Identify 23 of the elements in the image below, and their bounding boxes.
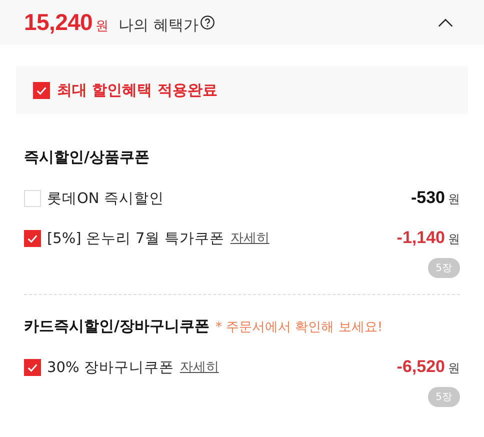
help-icon[interactable] — [200, 15, 216, 30]
discount-amount: -530 — [410, 188, 445, 208]
checkbox[interactable] — [24, 358, 41, 376]
details-link[interactable]: 자세히 — [180, 358, 219, 376]
coupon-name: 30% 장바구니쿠폰 — [47, 358, 174, 376]
section-title: 즉시할인/상품쿠폰 — [24, 148, 150, 167]
details-link[interactable]: 자세히 — [230, 229, 270, 247]
discount-amount: -6,520 — [396, 357, 445, 377]
collapse-icon[interactable] — [437, 18, 454, 28]
benefit-label: 나의 혜택가 — [118, 16, 198, 35]
checkbox[interactable] — [24, 230, 41, 246]
coupon-name: 롯데ON 즉시할인 — [47, 190, 164, 208]
coupon-name: [5%] 온누리 7월 특가쿠폰 — [47, 230, 224, 248]
price-amount: 15,240 — [24, 9, 93, 36]
discount-amount: -1,140 — [396, 228, 445, 248]
currency-unit: 원 — [448, 191, 460, 208]
currency-unit: 원 — [448, 231, 460, 248]
currency-unit: 원 — [96, 18, 109, 35]
section-note: * 주문서에서 확인해 보세요! — [215, 319, 383, 336]
section-title: 카드즉시할인/장바구니쿠폰 — [24, 317, 210, 336]
currency-unit: 원 — [448, 360, 460, 377]
notice-text: 최대 할인혜택 적용완료 — [57, 80, 218, 100]
checkbox[interactable] — [33, 82, 50, 98]
